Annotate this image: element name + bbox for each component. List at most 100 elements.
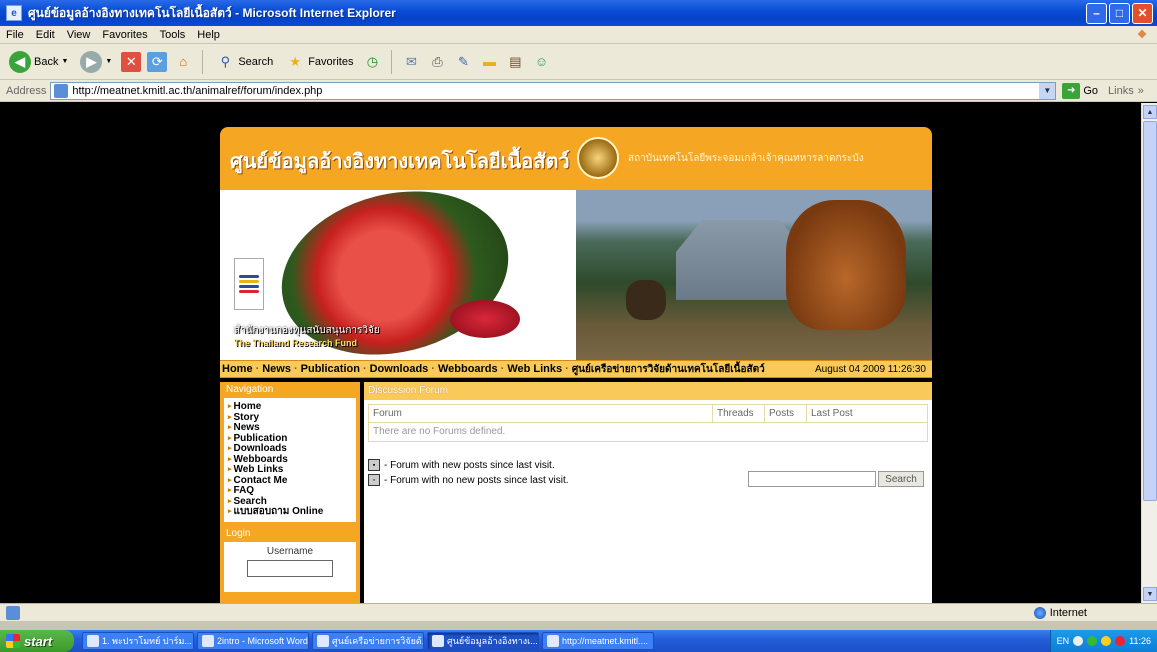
nav-research-center[interactable]: ศูนย์เครือข่ายการวิจัยด้านเทคโนโลยีเนื้อ… (572, 362, 765, 377)
nav-web-links[interactable]: Web Links (507, 363, 562, 375)
network-icon[interactable] (1073, 636, 1084, 646)
word-icon (202, 635, 214, 647)
folder-icon[interactable]: ▬ (479, 52, 499, 72)
menu-bar: File Edit View Favorites Tools Help ❖ (0, 26, 1157, 44)
sidebar-item-downloads[interactable]: ▸ Downloads (228, 443, 352, 455)
legend-no-new-posts: ▫ - Forum with no new posts since last v… (368, 473, 569, 487)
nav-publication[interactable]: Publication (301, 363, 360, 375)
chevron-down-icon: ▼ (61, 58, 69, 65)
scroll-up-icon[interactable]: ▲ (1143, 105, 1157, 119)
sidebar-item-label: แบบสอบถาม Online (233, 506, 324, 517)
volume-icon[interactable] (1115, 636, 1126, 646)
forum-table-header: Forum Threads Posts Last Post (369, 405, 927, 423)
close-button[interactable]: ✕ (1132, 2, 1153, 24)
menu-favorites[interactable]: Favorites (102, 29, 147, 41)
window-title-bar[interactable]: e ศูนย์ข้อมูลอ้างอิงทางเทคโนโลยีเนื้อสัต… (0, 0, 1157, 26)
messenger-icon[interactable] (1101, 636, 1112, 646)
sidebar-item-faq[interactable]: ▸ FAQ (228, 485, 352, 497)
taskbar: start 1. พะปราโมทย์ ปาร์ม... 2intro - Mi… (0, 630, 1157, 652)
logo-stripe (239, 275, 259, 278)
page-status-icon (6, 605, 20, 620)
task-item[interactable]: 2intro - Microsoft Word (197, 632, 309, 650)
stop-icon[interactable]: ✕ (121, 51, 142, 72)
nav-webboards[interactable]: Webboards (438, 363, 498, 375)
forward-button[interactable]: ▶ ▼ (77, 49, 115, 75)
sidebar-item-label: Home (233, 401, 262, 412)
address-input[interactable]: http://meatnet.kmitl.ac.th/animalref/for… (50, 81, 1057, 100)
address-bar: Address http://meatnet.kmitl.ac.th/anima… (0, 80, 1157, 102)
go-button[interactable]: ➜ Go (1062, 82, 1098, 99)
maximize-button[interactable]: □ (1109, 2, 1130, 24)
globe-icon (1033, 606, 1046, 619)
trf-name-thai: สำนักงานกองทุนสนับสนุนการวิจัย (234, 325, 380, 336)
sidebar-item-web-links[interactable]: ▸ Web Links (228, 464, 352, 476)
forum-search-button[interactable]: Search (878, 471, 924, 487)
menu-file[interactable]: File (6, 29, 24, 41)
back-button[interactable]: ◀ Back ▼ (6, 49, 71, 75)
bullet-icon: ▸ (228, 455, 232, 463)
menu-view[interactable]: View (67, 29, 91, 41)
forum-search: Search (748, 471, 924, 487)
links-button[interactable]: Links (1108, 85, 1134, 97)
language-indicator[interactable]: EN (1057, 636, 1070, 646)
start-button[interactable]: start (0, 630, 74, 652)
bullet-icon: ▸ (228, 445, 232, 452)
menu-tools[interactable]: Tools (160, 29, 186, 41)
back-label: Back (34, 55, 59, 68)
task-label: 1. พะปราโมทย์ ปาร์ม... (102, 636, 192, 646)
site-title: ศูนย์ข้อมูลอ้างอิงทางเทคโนโลยีเนื้อสัตว์ (230, 149, 570, 173)
security-icon[interactable] (1087, 636, 1098, 646)
search-button[interactable]: ⚲ Search (212, 49, 276, 75)
security-zone: Internet (1033, 606, 1087, 619)
history-icon[interactable]: ◷ (362, 52, 382, 72)
bullet-icon: ▸ (228, 424, 232, 431)
clock: 11:26 (1129, 636, 1151, 646)
sidebar-item-label: Web Links (233, 464, 284, 475)
mail-icon[interactable]: ✉ (401, 52, 421, 72)
task-item[interactable]: ศูนย์เครือข่ายการวิจัยด้... (312, 632, 424, 650)
task-label: http://meatnet.kmitl.... (562, 636, 649, 646)
menu-edit[interactable]: Edit (36, 29, 55, 41)
nav-separator: · (255, 363, 260, 375)
scroll-down-icon[interactable]: ▼ (1143, 587, 1157, 601)
task-label: ศูนย์ข้อมูลอ้างอิงทางเ... (447, 636, 538, 646)
sidebar-item-home[interactable]: ▸ Home (228, 401, 352, 413)
window-title: ศูนย์ข้อมูลอ้างอิงทางเทคโนโลยีเนื้อสัตว์… (28, 5, 396, 20)
minimize-button[interactable]: – (1086, 2, 1107, 24)
favorites-button[interactable]: ★ Favorites (282, 49, 356, 75)
forum-search-input[interactable] (748, 471, 876, 487)
nav-separator: · (565, 363, 569, 375)
legend-new-text: - Forum with new posts since last visit. (384, 459, 555, 471)
nav-separator: · (362, 363, 367, 375)
vertical-scrollbar[interactable]: ▲ ▼ (1141, 103, 1157, 603)
chevron-down-icon: ▼ (105, 58, 113, 65)
sidebar-item-survey[interactable]: ▸ แบบสอบถาม Online (228, 506, 352, 518)
logo-stripe (239, 290, 259, 293)
nav-separator: · (293, 363, 298, 375)
messenger-icon[interactable]: ☺ (531, 52, 551, 72)
menu-help[interactable]: Help (197, 29, 220, 41)
cow-shape (786, 200, 906, 330)
bullet-icon: ▸ (228, 487, 232, 494)
col-posts: Posts (765, 405, 807, 422)
search-icon: ⚲ (220, 53, 231, 69)
scroll-thumb[interactable] (1143, 121, 1157, 501)
task-item[interactable]: http://meatnet.kmitl.... (542, 632, 654, 650)
nav-downloads[interactable]: Downloads (370, 363, 429, 375)
nav-separator: · (500, 363, 505, 375)
home-icon[interactable]: ⌂ (173, 52, 193, 72)
username-input[interactable] (247, 559, 333, 577)
chevron-right-icon[interactable]: » (1138, 85, 1144, 97)
nav-home[interactable]: Home (222, 363, 253, 375)
kmitl-seal-icon (577, 137, 619, 179)
task-item-active[interactable]: ศูนย์ข้อมูลอ้างอิงทางเ... (427, 632, 539, 650)
chevron-down-icon[interactable]: ▼ (1039, 82, 1056, 99)
edit-icon[interactable]: ✎ (453, 52, 473, 72)
login-box: Username (224, 541, 356, 592)
task-item[interactable]: 1. พะปราโมทย์ ปาร์ม... (82, 632, 194, 650)
print-icon[interactable]: ⎙ (427, 52, 447, 72)
refresh-icon[interactable]: ⟳ (147, 51, 168, 72)
nav-news[interactable]: News (262, 363, 291, 375)
sidebar-item-news[interactable]: ▸ News (228, 422, 352, 434)
research-icon[interactable]: ▤ (505, 52, 525, 72)
